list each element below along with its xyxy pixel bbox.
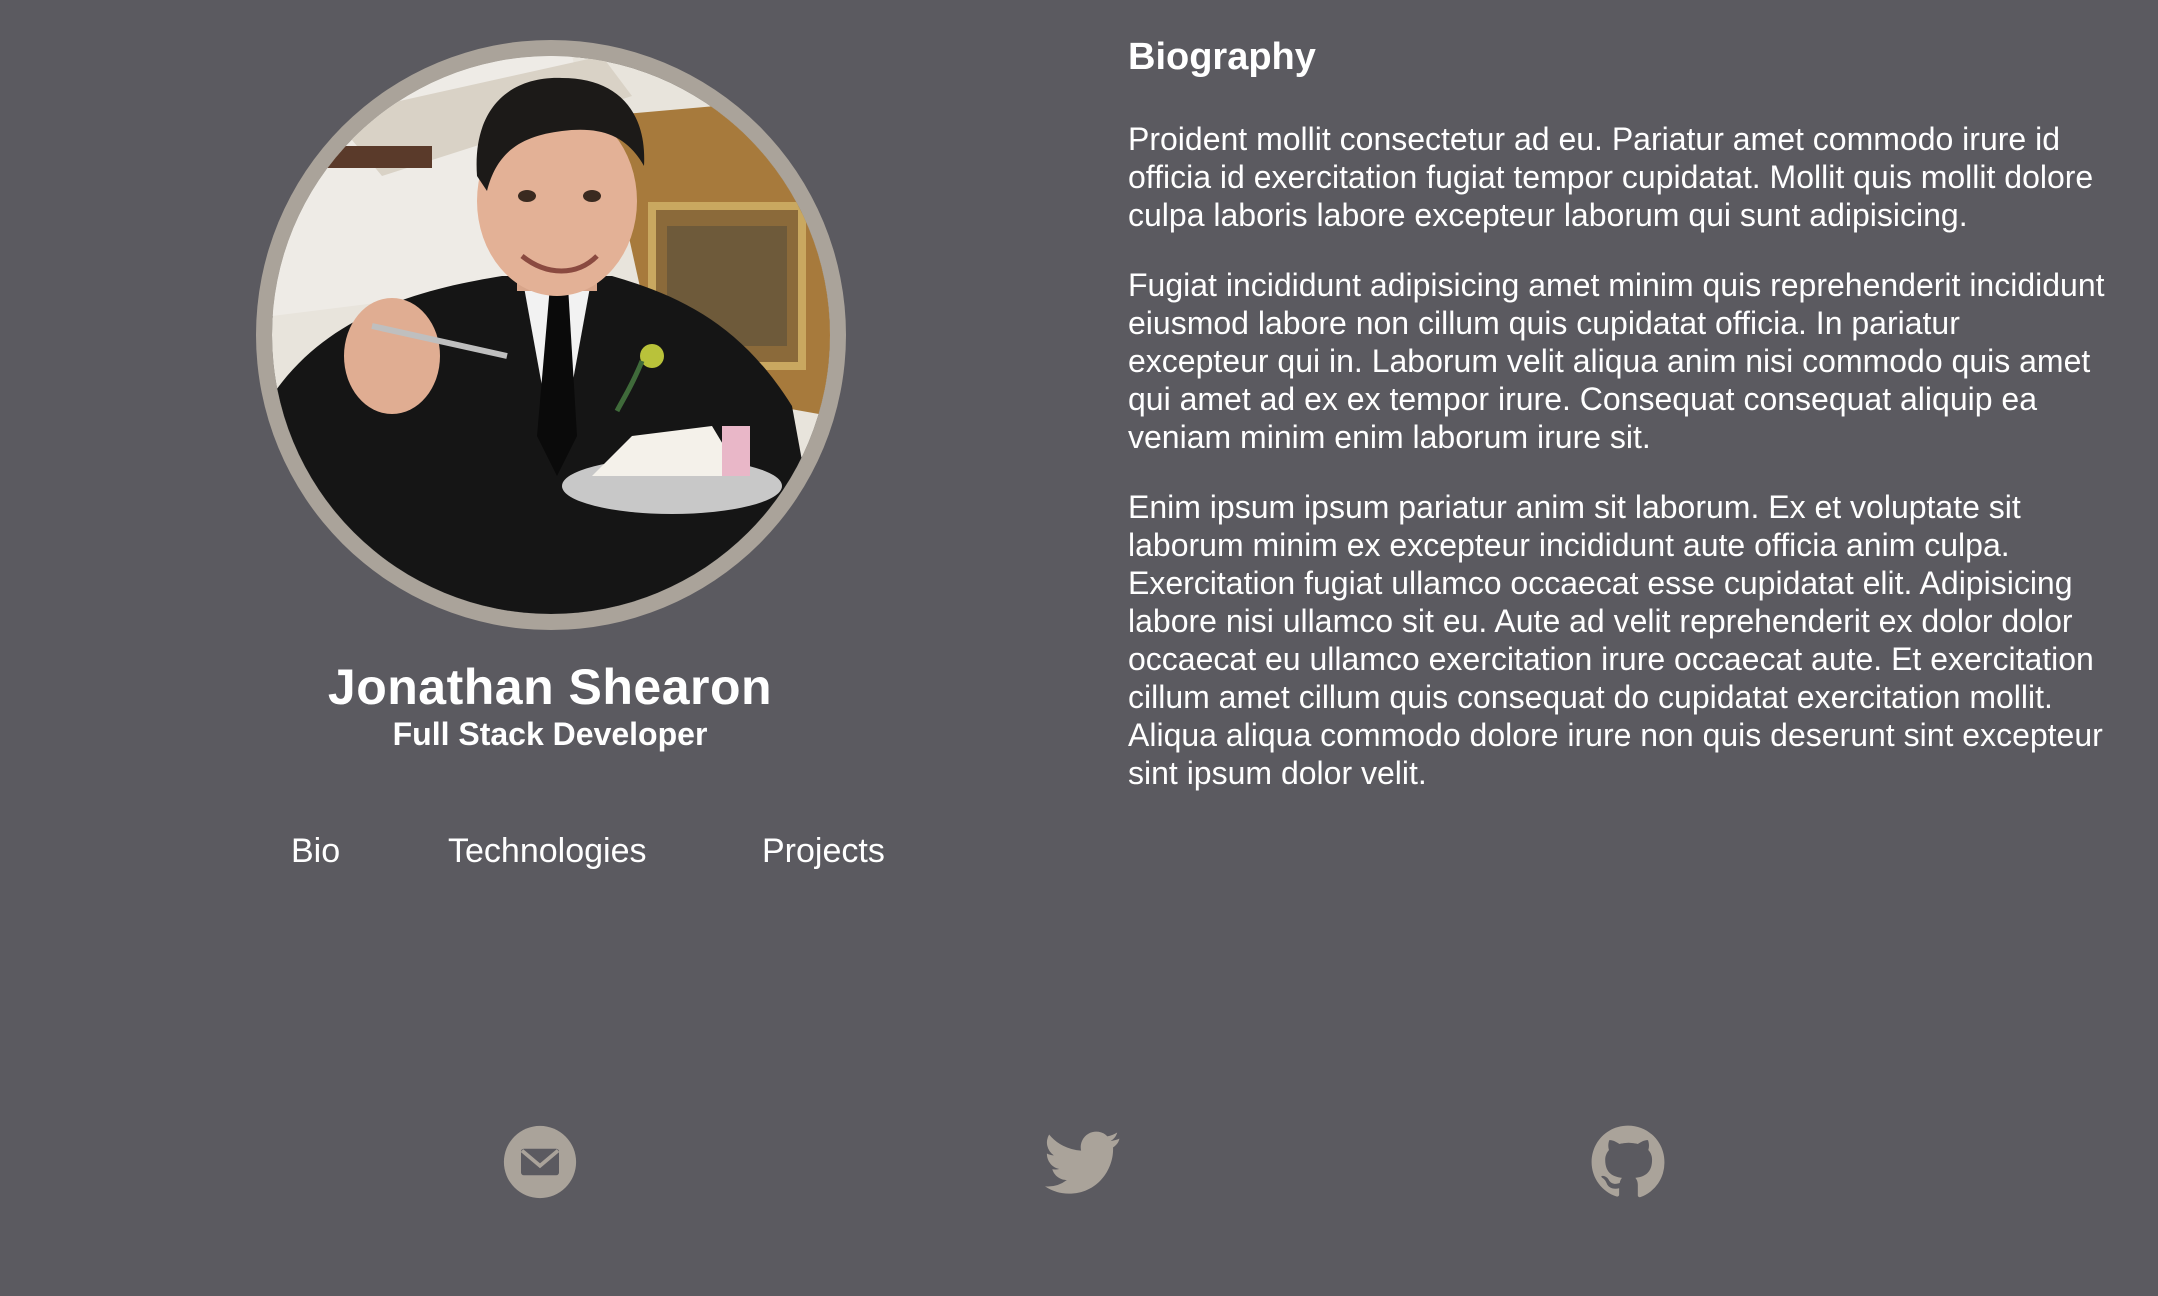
github-icon[interactable] — [1588, 1124, 1668, 1200]
biography-paragraph: Fugiat incididunt adipisicing amet minim… — [1128, 267, 2105, 455]
avatar-photo — [272, 56, 830, 614]
twitter-icon[interactable] — [1040, 1124, 1126, 1200]
avatar-frame — [256, 40, 846, 630]
profile-nav: Bio Technologies Projects — [150, 832, 950, 882]
biography-section: Biography Proident mollit consectetur ad… — [1128, 34, 2108, 824]
avatar — [272, 56, 830, 614]
nav-link-technologies[interactable]: Technologies — [448, 832, 646, 871]
portfolio-page: Jonathan Shearon Full Stack Developer Bi… — [0, 0, 2158, 1296]
nav-link-bio[interactable]: Bio — [291, 832, 340, 871]
biography-title: Biography — [1128, 36, 1316, 78]
biography-paragraph: Proident mollit consectetur ad eu. Paria… — [1128, 121, 2094, 233]
mail-icon[interactable] — [500, 1124, 580, 1200]
biography-paragraph: Enim ipsum ipsum pariatur anim sit labor… — [1128, 489, 2103, 791]
profile-name: Jonathan Shearon — [327, 659, 773, 715]
nav-link-projects[interactable]: Projects — [762, 832, 885, 871]
profile-role: Full Stack Developer — [392, 716, 708, 752]
